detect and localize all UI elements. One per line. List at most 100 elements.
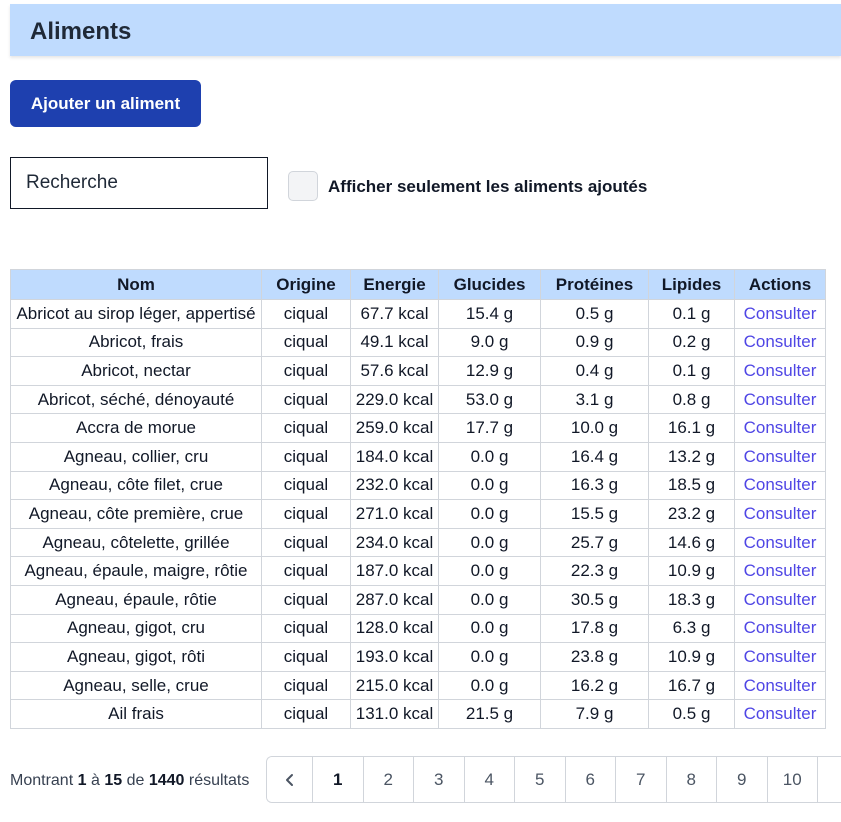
cell-energy: 128.0 kcal xyxy=(350,613,439,644)
cell-origin: ciqual xyxy=(261,642,351,672)
pagination-page-6[interactable]: 6 xyxy=(565,757,616,802)
cell-proteins: 0.5 g xyxy=(540,299,649,329)
cell-energy: 193.0 kcal xyxy=(350,642,439,672)
column-header-actions: Actions xyxy=(734,269,826,300)
cell-lipids: 16.7 g xyxy=(648,670,735,701)
consult-link[interactable]: Consulter xyxy=(734,499,826,529)
column-header-lipids[interactable]: Lipides xyxy=(648,269,735,300)
cell-energy: 259.0 kcal xyxy=(350,413,439,443)
column-header-carbs[interactable]: Glucides xyxy=(438,269,541,300)
cell-energy: 57.6 kcal xyxy=(350,356,439,386)
cell-energy: 229.0 kcal xyxy=(350,384,439,415)
cell-carbs: 0.0 g xyxy=(438,670,541,701)
cell-lipids: 10.9 g xyxy=(648,642,735,672)
consult-link[interactable]: Consulter xyxy=(734,384,826,415)
consult-link[interactable]: Consulter xyxy=(734,527,826,558)
column-header-name[interactable]: Nom xyxy=(10,269,262,300)
consult-link[interactable]: Consulter xyxy=(734,670,826,701)
pagination-page-3[interactable]: 3 xyxy=(414,757,465,802)
table-row: Agneau, côtelette, grillée ciqual 234.0 kc… xyxy=(10,527,826,558)
table-row: Agneau, côte première, crue ciqual 271.0 k… xyxy=(10,499,826,529)
table-row: Accra de morue ciqual 259.0 kcal 17.7 g 10.0… xyxy=(10,413,826,443)
cell-name: Accra de morue xyxy=(10,413,262,443)
cell-proteins: 22.3 g xyxy=(540,556,649,586)
cell-proteins: 3.1 g xyxy=(540,384,649,415)
consult-link[interactable]: Consulter xyxy=(734,327,826,358)
pagination-page-1[interactable]: 1 xyxy=(313,757,364,802)
cell-energy: 287.0 kcal xyxy=(350,584,439,615)
pagination-prev-button[interactable] xyxy=(267,757,313,802)
table-row: Abricot, frais ciqual 49.1 kcal 9.0 g 0.9 g0… xyxy=(10,327,826,358)
cell-lipids: 18.5 g xyxy=(648,470,735,501)
search-input[interactable] xyxy=(10,157,268,209)
cell-carbs: 9.0 g xyxy=(438,327,541,358)
cell-origin: ciqual xyxy=(261,299,351,329)
table-row: Abricot au sirop léger, appertisé ciqual 6… xyxy=(10,299,826,329)
cell-name: Agneau, côtelette, grillée xyxy=(10,527,262,558)
consult-link[interactable]: Consulter xyxy=(734,470,826,501)
consult-link[interactable]: Consulter xyxy=(734,613,826,644)
consult-link[interactable]: Consulter xyxy=(734,356,826,386)
results-prefix: Montrant xyxy=(10,772,74,789)
column-header-origin[interactable]: Origine xyxy=(261,269,351,300)
pagination-page-8[interactable]: 8 xyxy=(666,757,717,802)
consult-link[interactable]: Consulter xyxy=(734,413,826,443)
only-added-checkbox[interactable] xyxy=(288,171,318,201)
cell-carbs: 21.5 g xyxy=(438,699,541,729)
pagination-page-10[interactable]: 10 xyxy=(767,757,818,802)
cell-proteins: 16.2 g xyxy=(540,670,649,701)
table-row: Agneau, épaule, maigre, rôtie ciqual 187.0… xyxy=(10,556,826,586)
pagination-page-4[interactable]: 4 xyxy=(464,757,515,802)
cell-lipids: 23.2 g xyxy=(648,499,735,529)
cell-origin: ciqual xyxy=(261,613,351,644)
consult-link[interactable]: Consulter xyxy=(734,584,826,615)
add-food-button[interactable]: Ajouter un aliment xyxy=(10,80,201,127)
cell-name: Agneau, collier, cru xyxy=(10,441,262,472)
consult-link[interactable]: Consulter xyxy=(734,299,826,329)
cell-lipids: 16.1 g xyxy=(648,413,735,443)
table-row: Agneau, côte filet, crue ciqual 232.0 kcal… xyxy=(10,470,826,501)
table-row: Agneau, épaule, rôtie ciqual 287.0 kcal 0.0… xyxy=(10,584,826,615)
consult-link[interactable]: Consulter xyxy=(734,441,826,472)
cell-carbs: 15.4 g xyxy=(438,299,541,329)
consult-link[interactable]: Consulter xyxy=(734,699,826,729)
cell-origin: ciqual xyxy=(261,527,351,558)
pagination-page-7[interactable]: 7 xyxy=(616,757,667,802)
cell-name: Abricot, frais xyxy=(10,327,262,358)
table-row: Abricot, nectar ciqual 57.6 kcal 12.9 g 0.4 … xyxy=(10,356,826,386)
cell-energy: 131.0 kcal xyxy=(350,699,439,729)
cell-energy: 187.0 kcal xyxy=(350,556,439,586)
cell-name: Abricot, séché, dénoyauté xyxy=(10,384,262,415)
cell-proteins: 16.4 g xyxy=(540,441,649,472)
cell-energy: 271.0 kcal xyxy=(350,499,439,529)
table-row: Ail frais ciqual 131.0 kcal 21.5 g 7.9 g 0.5 … xyxy=(10,699,826,729)
page-title: Aliments xyxy=(30,18,132,45)
cell-carbs: 0.0 g xyxy=(438,499,541,529)
cell-lipids: 0.5 g xyxy=(648,699,735,729)
consult-link[interactable]: Consulter xyxy=(734,556,826,586)
cell-carbs: 53.0 g xyxy=(438,384,541,415)
cell-lipids: 13.2 g xyxy=(648,441,735,472)
cell-origin: ciqual xyxy=(261,499,351,529)
cell-proteins: 17.8 g xyxy=(540,613,649,644)
pagination-page-2[interactable]: 2 xyxy=(363,757,414,802)
cell-carbs: 0.0 g xyxy=(438,470,541,501)
column-header-proteins[interactable]: Protéines xyxy=(540,269,649,300)
table-body: Abricot au sirop léger, appertisé ciqual 6… xyxy=(10,299,826,729)
cell-origin: ciqual xyxy=(261,356,351,386)
results-of-word: de xyxy=(126,772,145,789)
pagination-page-9[interactable]: 9 xyxy=(717,757,768,802)
cell-name: Agneau, épaule, rôtie xyxy=(10,584,262,615)
pagination-page-5[interactable]: 5 xyxy=(515,757,566,802)
column-header-energy[interactable]: Energie xyxy=(350,269,439,300)
cell-energy: 184.0 kcal xyxy=(350,441,439,472)
results-to-word: à xyxy=(90,772,100,789)
results-to: 15 xyxy=(104,772,123,789)
cell-energy: 234.0 kcal xyxy=(350,527,439,558)
results-summary: Montrant 1 à 15 de 1440 résultats xyxy=(10,770,249,792)
cell-lipids: 14.6 g xyxy=(648,527,735,558)
cell-proteins: 10.0 g xyxy=(540,413,649,443)
consult-link[interactable]: Consulter xyxy=(734,642,826,672)
page-header: Aliments xyxy=(10,4,841,56)
cell-lipids: 0.1 g xyxy=(648,299,735,329)
